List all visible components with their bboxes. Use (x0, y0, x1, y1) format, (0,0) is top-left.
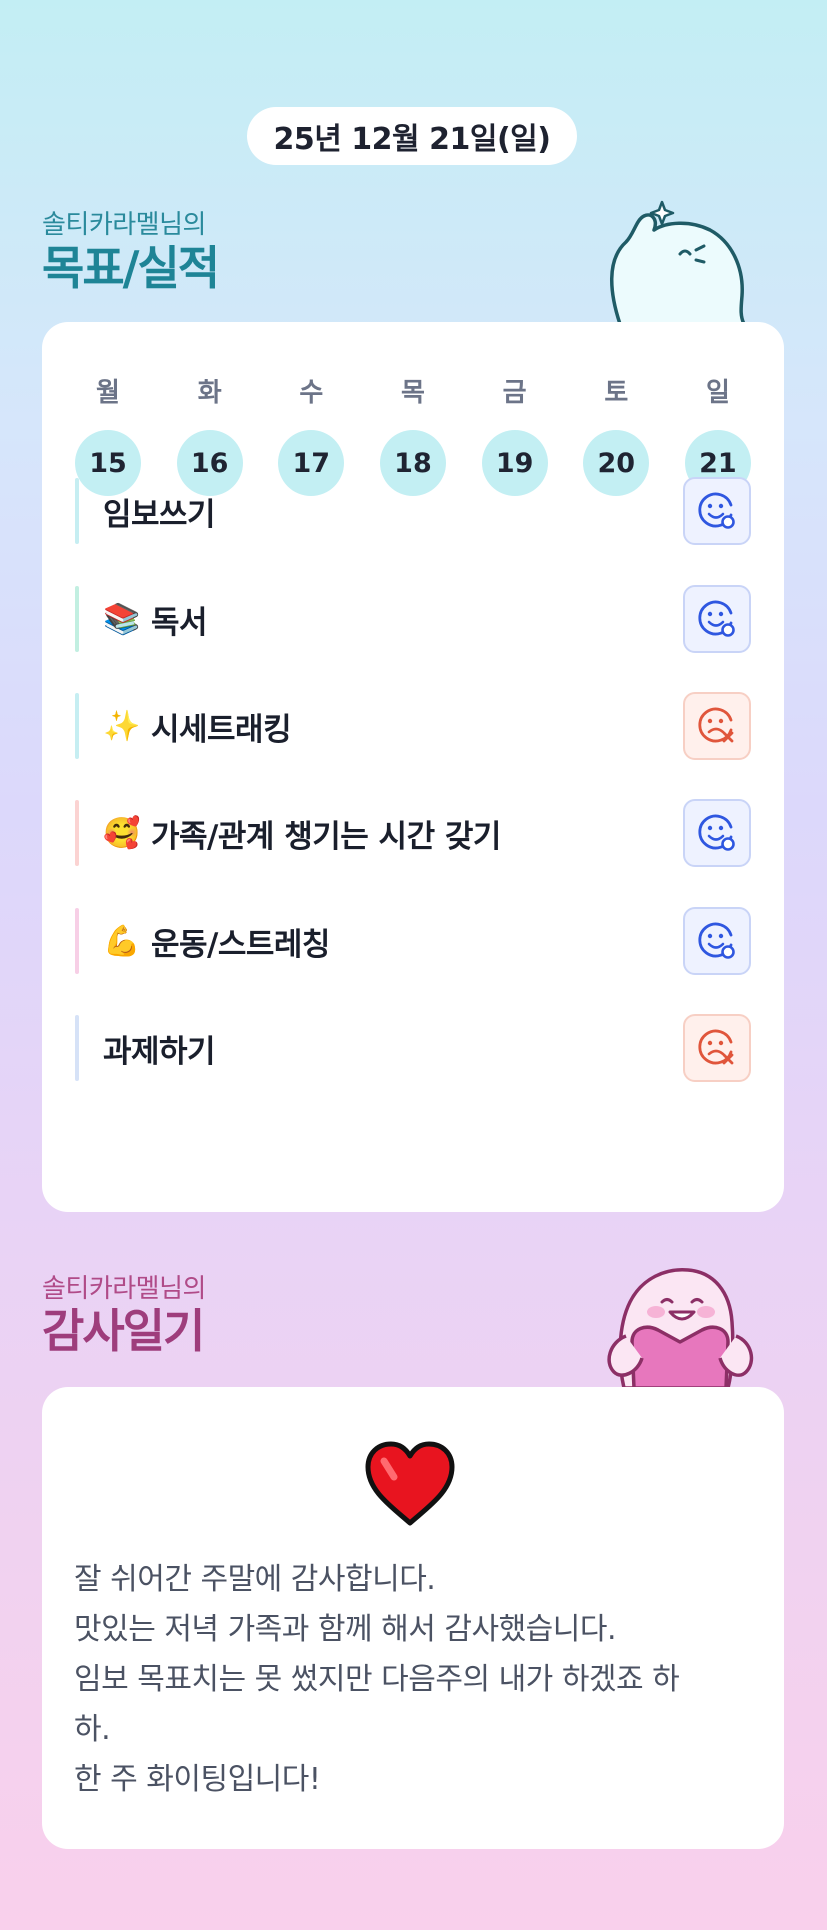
status-achieved-button[interactable] (683, 907, 751, 975)
goal-emoji-icon: 🥰 (103, 815, 141, 851)
sad-face-icon (698, 1029, 734, 1065)
goal-color-bar (75, 478, 79, 544)
goal-emoji-icon: 📚 (103, 601, 141, 637)
weekday-label: 화 (197, 378, 222, 408)
date-pill: 25년 12월 21일(일) (247, 107, 577, 165)
weekday-header: 월 화 수 목 금 토 일 (75, 372, 751, 409)
status-achieved-button[interactable] (683, 585, 751, 653)
goal-label: 운동/스트레칭 (151, 926, 330, 963)
goal-label: 과제하기 (103, 1033, 216, 1070)
goal-row[interactable]: 🥰 가족/관계 챙기는 시간 갖기 (75, 799, 751, 867)
status-missed-button[interactable] (683, 692, 751, 760)
weekday-label: 금 (502, 378, 527, 408)
goal-emoji-icon: ✨ (103, 708, 141, 744)
smile-face-icon (698, 814, 735, 851)
goal-row[interactable]: ✨ 시세트래킹 (75, 692, 751, 760)
goal-label: 독서 (151, 604, 208, 641)
status-achieved-button[interactable] (683, 799, 751, 867)
goal-row[interactable]: 📚 독서 (75, 585, 751, 653)
weekday-label: 토 (604, 378, 629, 408)
goals-card: 월 화 수 목 금 토 일 15 16 17 18 19 20 21 임보쓰기 📚… (42, 322, 784, 1212)
weekday-label: 일 (705, 378, 730, 408)
weekday-label: 월 (96, 378, 120, 408)
goals-title: 목표/실적 (42, 241, 220, 295)
gratitude-card: 잘 쉬어간 주말에 감사합니다. 맛있는 저녁 가족과 함께 해서 감사했습니다… (42, 1387, 784, 1849)
weekday-label: 목 (401, 378, 425, 408)
goal-color-bar (75, 586, 79, 652)
smile-face-icon (698, 922, 735, 959)
status-missed-button[interactable] (683, 1014, 751, 1082)
gratitude-mascot-illustration (607, 1268, 754, 1388)
goal-row[interactable]: 💪 운동/스트레칭 (75, 907, 751, 975)
goal-color-bar (75, 693, 79, 759)
goal-color-bar (75, 800, 79, 866)
status-achieved-button[interactable] (683, 477, 751, 545)
goal-emoji-icon: 💪 (103, 923, 141, 959)
smile-face-icon (698, 492, 735, 529)
goal-label: 임보쓰기 (103, 496, 216, 533)
heart-icon (365, 1441, 455, 1526)
goal-row[interactable]: 과제하기 (75, 1014, 751, 1082)
smile-face-icon (698, 600, 735, 637)
gratitude-title: 감사일기 (42, 1304, 205, 1358)
gratitude-text: 잘 쉬어간 주말에 감사합니다. 맛있는 저녁 가족과 함께 해서 감사했습니다… (74, 1562, 680, 1797)
goal-mascot-illustration (610, 200, 746, 324)
goal-color-bar (75, 1015, 79, 1081)
sad-face-icon (698, 707, 734, 743)
goal-color-bar (75, 908, 79, 974)
goal-label: 시세트래킹 (151, 711, 292, 748)
goal-label: 가족/관계 챙기는 시간 갖기 (151, 818, 501, 855)
weekday-label: 수 (299, 378, 324, 408)
goal-row[interactable]: 임보쓰기 (75, 477, 751, 545)
